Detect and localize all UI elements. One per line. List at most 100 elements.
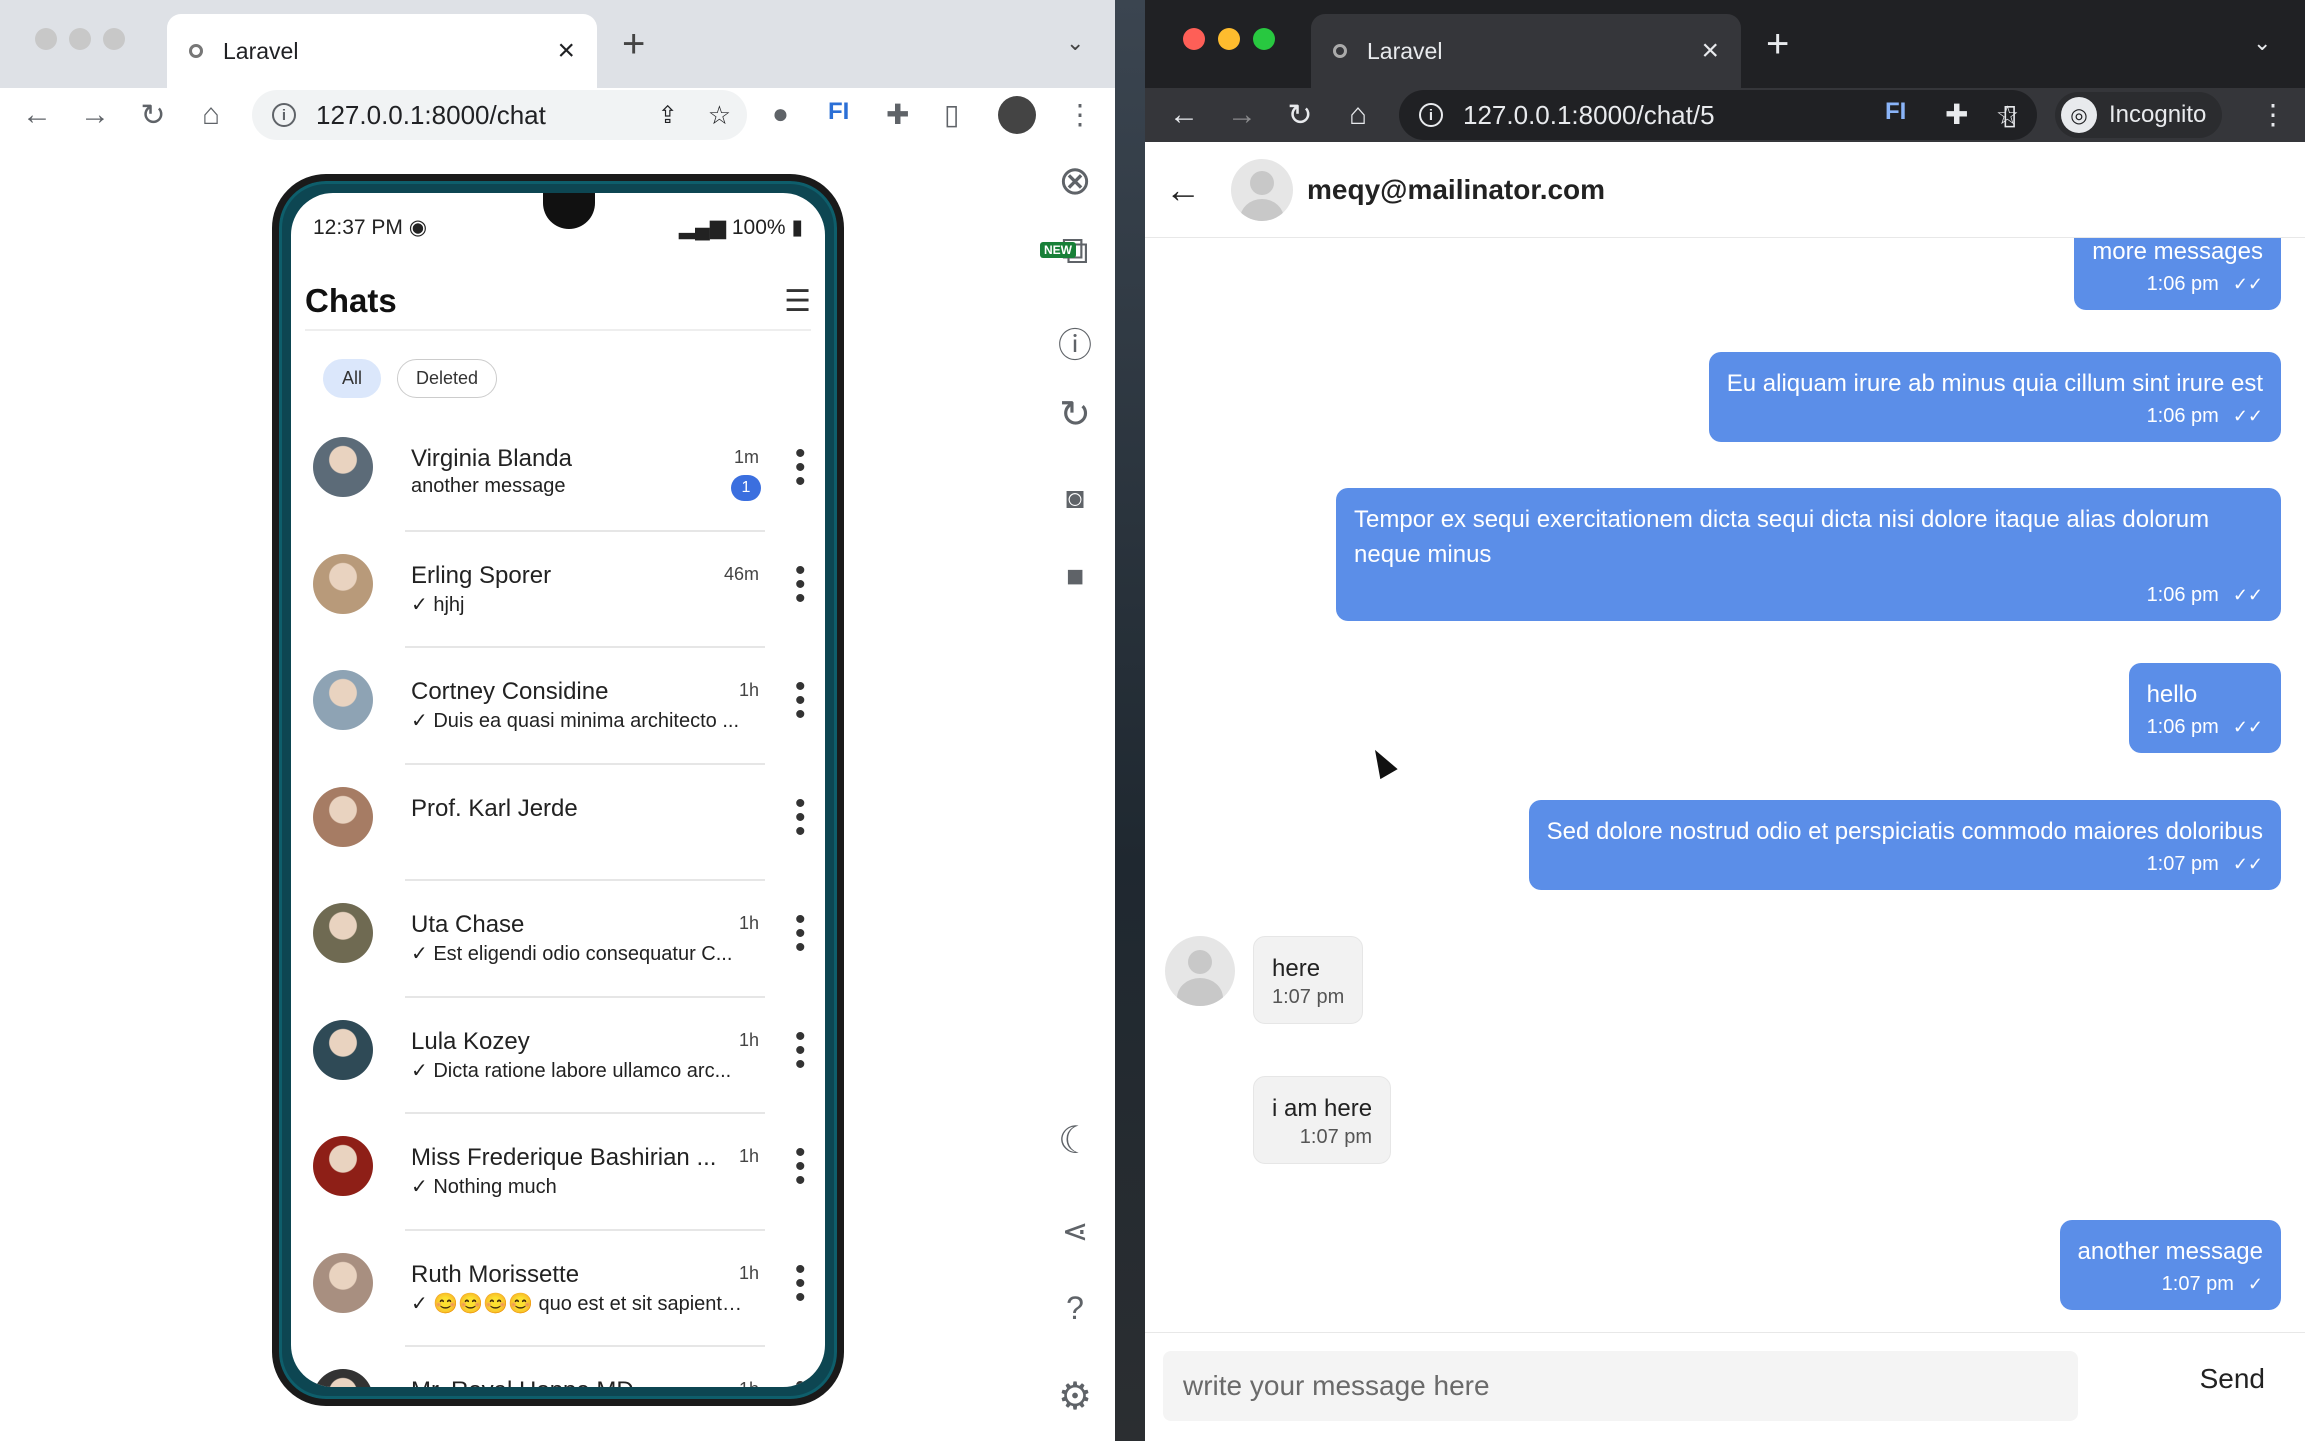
chat-options-kebab-icon[interactable]: ••• (795, 555, 806, 613)
chat-preview: ✓ Nothing much (411, 1174, 751, 1199)
bookmark-star-icon[interactable]: ☆ (708, 100, 731, 131)
chat-name: Mr. Royal Hoppe MD (411, 1377, 634, 1387)
read-receipt-icon: ✓✓ (2232, 854, 2263, 874)
chat-list-item[interactable]: Ruth Morissette ✓ 😊😊😊😊 quo est et sit sap… (291, 1231, 825, 1347)
back-icon[interactable]: ← (8, 98, 66, 132)
chat-time: 1m (733, 447, 759, 467)
dark-mode-moon-icon[interactable]: ☾ (1040, 1118, 1110, 1163)
browser-tab[interactable]: Laravel × (1311, 14, 1741, 88)
message-text: i am here (1272, 1095, 1373, 1122)
browser-toolbar: ← → ↻ ⌂ i 127.0.0.1:8000/chat ⇪ ☆ ● FI ✚… (0, 88, 1115, 142)
home-icon[interactable]: ⌂ (1329, 98, 1387, 132)
extension-fi-icon[interactable]: FI (1885, 98, 1906, 126)
chat-name: Lula Kozey (411, 1027, 530, 1055)
message-bubble-outgoing: more messages 1:06 pm ✓✓ (2074, 238, 2281, 310)
chat-list-item[interactable]: Lula Kozey ✓ Dicta ratione labore ullamco… (291, 998, 825, 1114)
filter-icon[interactable]: ☰ (784, 284, 811, 319)
favicon-icon (1333, 44, 1347, 58)
help-icon[interactable]: ? (1040, 1290, 1110, 1327)
forward-icon[interactable]: → (66, 98, 124, 132)
address-bar[interactable]: i 127.0.0.1:8000/chat ⇪ ☆ (252, 90, 747, 140)
incognito-icon: ◎ (2061, 97, 2097, 133)
read-receipt-icon: ✓✓ (2232, 274, 2263, 294)
record-video-icon[interactable]: ■ (1040, 560, 1110, 594)
info-icon[interactable]: ⓘ (1040, 318, 1110, 367)
tab-search-icon[interactable]: ⌄ (1066, 30, 1084, 56)
send-button[interactable]: Send (2200, 1363, 2265, 1395)
reload-icon[interactable]: ↻ (1271, 98, 1329, 133)
close-emulator-icon[interactable]: ⊗ (1040, 158, 1110, 204)
home-icon[interactable]: ⌂ (182, 98, 240, 132)
filter-chips: All Deleted (323, 359, 498, 398)
back-icon[interactable]: ← (1155, 98, 1213, 132)
back-arrow-icon[interactable]: ← (1165, 169, 1201, 211)
chat-options-kebab-icon[interactable]: ••• (795, 439, 806, 497)
side-panel-icon[interactable]: ▯ (2002, 98, 2017, 131)
menu-kebab-icon[interactable]: ⋮ (1066, 98, 1094, 131)
site-info-icon[interactable]: i (1419, 103, 1443, 127)
chat-header: ← meqy@mailinator.com (1145, 142, 2305, 238)
filter-deleted-chip[interactable]: Deleted (397, 359, 498, 398)
contact-avatar (1231, 158, 1293, 221)
share-icon[interactable]: ⇪ (658, 101, 678, 130)
message-bubble-incoming: i am here 1:07 pm (1253, 1076, 1392, 1164)
chat-list-item[interactable]: Uta Chase ✓ Est eligendi odio consequatur… (291, 881, 825, 998)
close-tab-icon[interactable]: × (557, 36, 575, 66)
chat-list-item[interactable]: Erling Sporer ✓ hjhj 46m • • • (291, 532, 825, 648)
maximize-window-icon[interactable] (103, 28, 125, 50)
new-tab-icon[interactable]: + (1766, 24, 1789, 64)
filter-all-chip[interactable]: All (323, 359, 382, 398)
profile-avatar[interactable] (998, 96, 1036, 134)
chat-list-item[interactable]: Cortney Considine ✓ Duis ea quasi minima … (291, 648, 825, 765)
chat-options-kebab-icon[interactable]: ••• (795, 1138, 806, 1196)
close-tab-icon[interactable]: × (1701, 36, 1719, 66)
chat-preview-text: 😊😊😊😊 quo est et sit sapiente ... (433, 1292, 751, 1315)
share-icon[interactable]: ⋖ (1040, 1212, 1110, 1250)
message-text: Tempor ex sequi exercitationem dicta seq… (1354, 506, 2210, 568)
extension-chat-icon[interactable]: ● (772, 98, 789, 130)
chat-options-kebab-icon[interactable]: ••• (795, 1371, 806, 1388)
tab-search-icon[interactable]: ⌄ (2253, 30, 2271, 56)
incognito-chip[interactable]: ◎ Incognito (2055, 92, 2223, 138)
sender-avatar (1165, 936, 1235, 1006)
chat-options-kebab-icon[interactable]: ••• (795, 1254, 806, 1312)
rotate-icon[interactable]: ↻ (1040, 392, 1110, 437)
side-panel-icon[interactable]: ▯ (944, 98, 959, 131)
menu-kebab-icon[interactable]: ⋮ (2259, 98, 2287, 131)
chat-options-kebab-icon[interactable]: ••• (795, 788, 806, 846)
address-bar[interactable]: i 127.0.0.1:8000/chat/5 ☆ (1399, 90, 2037, 140)
status-bar: 12:37 PM ◉ ▂▄▆ 100% ▮ (313, 215, 803, 240)
browser-tab[interactable]: Laravel × (167, 14, 597, 88)
maximize-window-icon[interactable] (1253, 28, 1275, 50)
extension-fi-icon[interactable]: FI (828, 98, 849, 126)
settings-gear-icon[interactable]: ⚙ (1040, 1374, 1110, 1419)
reload-icon[interactable]: ↻ (124, 98, 182, 133)
sent-check-icon: ✓ (411, 1292, 434, 1315)
minimize-window-icon[interactable] (69, 28, 91, 50)
close-window-icon[interactable] (1183, 28, 1205, 50)
read-receipt-icon: ✓✓ (2232, 406, 2263, 426)
sent-check-icon: ✓ (411, 593, 434, 616)
message-time: 1:07 pm (2161, 1273, 2234, 1295)
site-info-icon[interactable]: i (272, 103, 296, 127)
extensions-puzzle-icon[interactable]: ✚ (1945, 98, 1968, 131)
chat-options-kebab-icon[interactable]: ••• (795, 905, 806, 963)
forward-icon[interactable]: → (1213, 98, 1271, 132)
chat-avatar (313, 1019, 373, 1080)
minimize-window-icon[interactable] (1218, 28, 1240, 50)
chat-avatar (313, 1252, 373, 1313)
screenshot-camera-icon[interactable]: ◙ (1040, 482, 1110, 516)
chat-avatar (313, 1369, 373, 1387)
chat-options-kebab-icon[interactable]: ••• (795, 1021, 806, 1079)
chat-list-item[interactable]: Virginia Blanda another message 1m 1 • • • (291, 415, 825, 532)
chat-list-item[interactable]: Prof. Karl Jerde • • • (291, 765, 825, 881)
spotify-icon: ◉ (408, 216, 428, 239)
message-time: 1:06 pm (2146, 716, 2219, 738)
chat-options-kebab-icon[interactable]: ••• (795, 672, 806, 730)
close-window-icon[interactable] (35, 28, 57, 50)
new-tab-icon[interactable]: + (622, 24, 645, 64)
chat-list-item[interactable]: Mr. Royal Hoppe MD 1h ••• (291, 1347, 825, 1387)
extensions-puzzle-icon[interactable]: ✚ (886, 98, 909, 131)
chat-list-item[interactable]: Miss Frederique Bashirian ... ✓ Nothing m… (291, 1114, 825, 1231)
message-input[interactable] (1163, 1351, 2078, 1421)
